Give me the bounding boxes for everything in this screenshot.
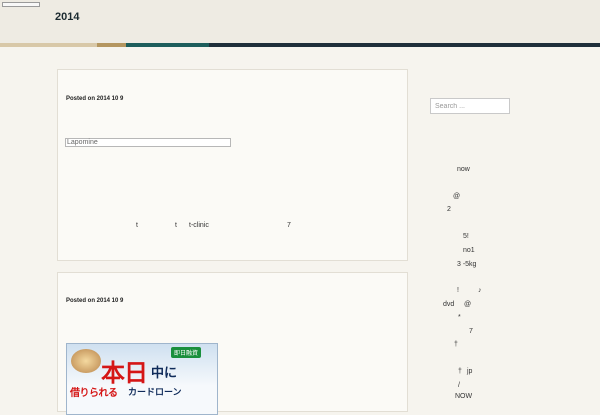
header-stripe-gold xyxy=(97,43,126,47)
banner-subline: 借りられる xyxy=(70,388,118,399)
coins-icon xyxy=(71,349,101,373)
banner-headline-suffix: 中に xyxy=(151,365,178,380)
excerpt-text: 7 xyxy=(287,222,291,229)
excerpt-text: t xyxy=(136,222,138,229)
menu-toggle-button[interactable] xyxy=(2,2,40,7)
sidebar-line: jp xyxy=(467,368,473,375)
sidebar-line: NOW xyxy=(455,393,473,400)
excerpt-text: t xyxy=(175,222,177,229)
post-card: Posted on 2014 10 9 即日融資 本日 中に 借りられる カード… xyxy=(57,272,408,415)
sidebar-line: @ xyxy=(464,301,472,308)
sidebar-line: no1 xyxy=(463,247,475,254)
sidebar-line: now xyxy=(457,166,470,173)
sidebar-line: * xyxy=(458,314,461,321)
cardloan-banner[interactable]: 即日融資 本日 中に 借りられる カードローン xyxy=(66,343,218,415)
header-stripe-navy xyxy=(209,43,600,47)
post-card: Posted on 2014 10 9 Lapomine t t t-clini… xyxy=(57,69,408,261)
sidebar-line: ♪ xyxy=(478,287,482,294)
post-link[interactable]: Lapomine xyxy=(65,138,231,147)
site-title[interactable]: 2014 xyxy=(55,11,79,23)
banner-headline: 本日 xyxy=(101,360,148,387)
sidebar-line: 3 -5kg xyxy=(457,261,477,268)
sidebar-line: @ xyxy=(453,193,461,200)
post-meta: Posted on 2014 10 9 xyxy=(66,96,124,102)
sidebar-line: dvd xyxy=(443,301,455,308)
excerpt-text: t-clinic xyxy=(189,222,209,229)
sidebar-line: 5! xyxy=(463,233,469,240)
sidebar-line: ! xyxy=(457,287,459,294)
header-stripe-teal xyxy=(126,43,209,47)
sidebar-line: † xyxy=(454,341,458,348)
header-stripe-sand xyxy=(0,43,97,47)
search-input[interactable] xyxy=(430,98,510,114)
post-meta: Posted on 2014 10 9 xyxy=(66,298,124,304)
sidebar-line: † xyxy=(458,368,462,375)
banner-badge: 即日融資 xyxy=(171,347,202,358)
banner-subline-suffix: カードローン xyxy=(128,387,182,397)
site-header: 2014 xyxy=(0,0,600,43)
sidebar-line: 7 xyxy=(469,328,473,335)
sidebar-line: 2 xyxy=(447,206,451,213)
sidebar-line: / xyxy=(458,382,460,389)
